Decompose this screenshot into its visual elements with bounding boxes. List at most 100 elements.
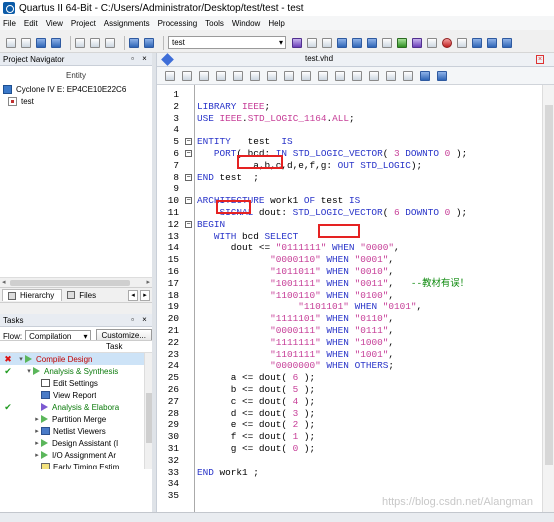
find-icon[interactable] (182, 70, 192, 81)
chevron-right-icon[interactable]: ▸ (33, 427, 41, 435)
scroll-thumb[interactable] (10, 280, 130, 286)
float-icon[interactable]: ▫ (128, 54, 137, 63)
code-line[interactable]: 17 "1001111" WHEN "0011", --教材有误！ (157, 278, 543, 290)
expand-icon[interactable] (403, 70, 413, 81)
task-row[interactable]: ▸ I/O Assignment Ar (0, 449, 152, 461)
code-line[interactable]: 22 "1111111" WHEN "1000", (157, 337, 543, 349)
code-line[interactable]: 1 (157, 89, 543, 101)
tab-hierarchy[interactable]: Hierarchy (2, 289, 63, 301)
find-next-icon[interactable] (199, 70, 209, 81)
code-line[interactable]: 18 "1100110" WHEN "0100", (157, 290, 543, 302)
code-line[interactable]: 7 a,b,c,d,e,f,g: OUT STD_LOGIC); (157, 160, 543, 172)
navigator-hscrollbar[interactable]: ◂ ▸ (0, 277, 152, 287)
chip-icon[interactable] (457, 37, 467, 48)
code-line[interactable]: 23 "1101111" WHEN "1001", (157, 349, 543, 361)
code-line[interactable]: 30 f <= dout( 1 ); (157, 431, 543, 443)
close-file-icon[interactable]: × (536, 55, 544, 64)
code-line[interactable]: 25 a <= dout( 6 ); (157, 372, 543, 384)
code-line[interactable]: 24 "0000000" WHEN OTHERS; (157, 360, 543, 372)
settings-icon[interactable] (322, 37, 332, 48)
programmer-icon[interactable] (487, 37, 497, 48)
code-line[interactable]: 21 "0000111" WHEN "0111", (157, 325, 543, 337)
float-icon[interactable]: ▫ (128, 315, 137, 324)
code-line[interactable]: 16 "1011011" WHEN "0010", (157, 266, 543, 278)
task-row[interactable]: ▸ Design Assistant (I (0, 437, 152, 449)
code-line[interactable]: 26 b <= dout( 5 ); (157, 384, 543, 396)
fold-toggle-icon[interactable]: − (185, 173, 192, 181)
insert-template-icon[interactable] (335, 70, 345, 81)
stop-icon[interactable] (382, 37, 392, 48)
device-row[interactable]: Cyclone IV E: EP4CE10E22C6 (0, 83, 152, 95)
scroll-right-icon[interactable]: ▸ (146, 278, 150, 286)
chip-planner-icon[interactable] (352, 37, 362, 48)
code-line[interactable]: 33 END work1 ; (157, 467, 543, 479)
line-numbers-icon[interactable] (369, 70, 379, 81)
timing-icon[interactable] (442, 37, 452, 48)
timing-analyzer-icon[interactable] (427, 37, 437, 48)
scroll-left-icon[interactable]: ◂ (2, 278, 6, 286)
task-row[interactable]: Early Timing Estim (0, 461, 152, 469)
chevron-right-icon[interactable]: ▸ (33, 451, 41, 459)
entity-select[interactable]: test (168, 36, 286, 49)
tab-scroll-right-icon[interactable]: ▸ (140, 289, 150, 301)
split-window-icon[interactable] (437, 70, 447, 81)
tab-scroll-left-icon[interactable]: ◂ (128, 289, 138, 301)
window-icon[interactable] (420, 70, 430, 81)
start-analysis-icon[interactable] (412, 37, 422, 48)
entity-row[interactable]: test (0, 95, 152, 107)
task-row[interactable]: View Report (0, 389, 152, 401)
code-line[interactable]: 5− ENTITY test IS (157, 136, 543, 148)
collapse-icon[interactable] (386, 70, 396, 81)
comment-icon[interactable] (301, 70, 311, 81)
design-partition-icon[interactable] (337, 37, 347, 48)
close-icon[interactable]: × (140, 54, 149, 63)
code-line[interactable]: 27 c <= dout( 4 ); (157, 396, 543, 408)
unindent-icon[interactable] (233, 70, 243, 81)
goto-line-icon[interactable] (352, 70, 362, 81)
task-row[interactable]: Edit Settings (0, 377, 152, 389)
indent-icon[interactable] (216, 70, 226, 81)
code-line[interactable]: 3 USE IEEE.STD_LOGIC_1164.ALL; (157, 113, 543, 125)
fold-toggle-icon[interactable]: − (185, 138, 192, 146)
code-line[interactable]: 4 (157, 124, 543, 136)
copy-icon[interactable] (90, 37, 100, 48)
prev-bookmark-icon[interactable] (284, 70, 294, 81)
code-line[interactable]: 8− END test ; (157, 172, 543, 184)
code-line[interactable]: 6− PORT( bcd: IN STD_LOGIC_VECTOR( 3 DOW… (157, 148, 543, 160)
rtl-viewer-icon[interactable] (472, 37, 482, 48)
fold-toggle-icon[interactable]: − (185, 150, 192, 157)
code-line[interactable]: 14 dout <= "0111111" WHEN "0000", (157, 242, 543, 254)
pin-planner-icon[interactable] (307, 37, 317, 48)
editor-filename-tab[interactable]: test.vhd (305, 54, 333, 63)
menu-help[interactable]: Help (268, 19, 284, 28)
task-row[interactable]: ✔ Analysis & Elabora (0, 401, 152, 413)
chevron-right-icon[interactable]: ▸ (33, 415, 41, 423)
fold-toggle-icon[interactable]: − (185, 220, 192, 228)
code-line[interactable]: 32 (157, 455, 543, 467)
task-row[interactable]: ✔ ▾ Analysis & Synthesis (0, 365, 152, 377)
next-bookmark-icon[interactable] (267, 70, 277, 81)
task-vscrollbar[interactable] (144, 353, 152, 469)
print-icon[interactable] (165, 70, 175, 81)
code-line[interactable]: 29 e <= dout( 2 ); (157, 419, 543, 431)
code-line[interactable]: 2 LIBRARY IEEE; (157, 101, 543, 113)
menu-window[interactable]: Window (232, 19, 260, 28)
menu-assignments[interactable]: Assignments (104, 19, 150, 28)
fold-toggle-icon[interactable]: − (185, 197, 192, 205)
code-line[interactable]: 31 g <= dout( 0 ); (157, 443, 543, 455)
menu-edit[interactable]: Edit (24, 19, 38, 28)
menu-processing[interactable]: Processing (158, 19, 198, 28)
sopc-icon[interactable] (502, 37, 512, 48)
new-file-icon[interactable] (6, 37, 16, 48)
chevron-down-icon[interactable]: ▾ (25, 367, 33, 375)
task-row[interactable]: ▸ Netlist Viewers (0, 425, 152, 437)
code-line[interactable]: 9 (157, 183, 543, 195)
undo-icon[interactable] (129, 37, 139, 48)
chevron-right-icon[interactable]: ▸ (33, 439, 41, 447)
redo-icon[interactable] (144, 37, 154, 48)
chevron-down-icon[interactable]: ▾ (17, 355, 25, 363)
save-all-icon[interactable] (51, 37, 61, 48)
code-line[interactable]: 34 (157, 478, 543, 490)
code-line[interactable]: 10− ARCHITECTURE work1 OF test IS (157, 195, 543, 207)
save-icon[interactable] (36, 37, 46, 48)
